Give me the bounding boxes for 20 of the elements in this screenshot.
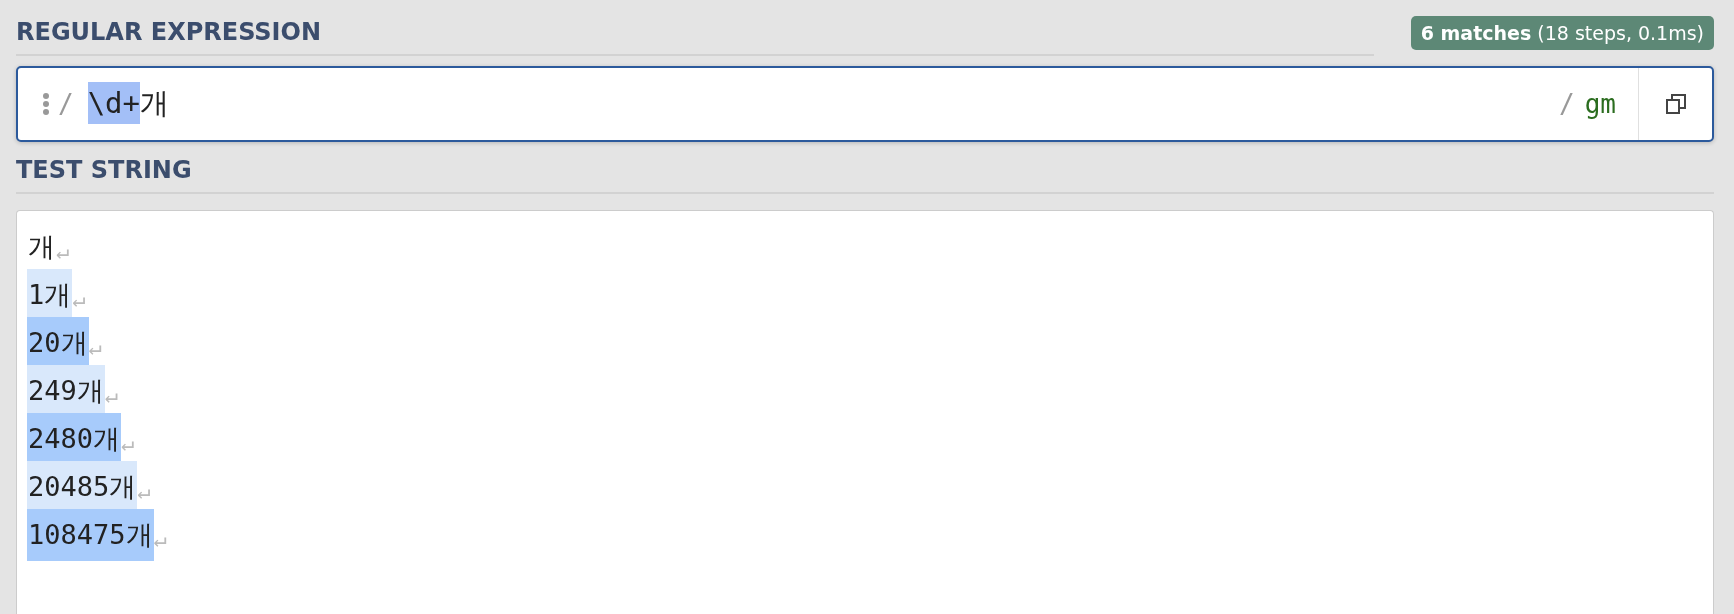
regex-token: \d+ [87,82,141,124]
newline-marker: ↵ [88,334,102,360]
copy-icon [1664,93,1687,115]
newline-marker: ↵ [56,238,70,264]
regex-field[interactable]: / \d+개 / gm [16,66,1714,142]
test-line: 개 [27,230,56,264]
drag-handle-icon[interactable] [42,92,50,116]
regex-flags[interactable]: gm [1584,89,1616,119]
regex-token: 개 [140,85,170,122]
newline-marker: ↵ [153,526,167,552]
newline-marker: ↵ [104,382,119,408]
match-info-badge: 6 matches (18 steps, 0.1ms) [1410,16,1714,50]
newline-marker: ↵ [72,286,86,312]
newline-marker: ↵ [121,430,135,456]
section-heading: REGULAR EXPRESSION [16,18,322,46]
test-string-area[interactable]: 개↵ 1개↵ 20개↵ 249개↵ 2480개↵ 20485개↵ 108475개↵ [16,210,1714,614]
delimiter: / [1559,89,1575,119]
section-heading: TEST STRING [16,156,192,184]
delimiter: / [58,89,74,119]
newline-marker: ↵ [137,478,151,504]
